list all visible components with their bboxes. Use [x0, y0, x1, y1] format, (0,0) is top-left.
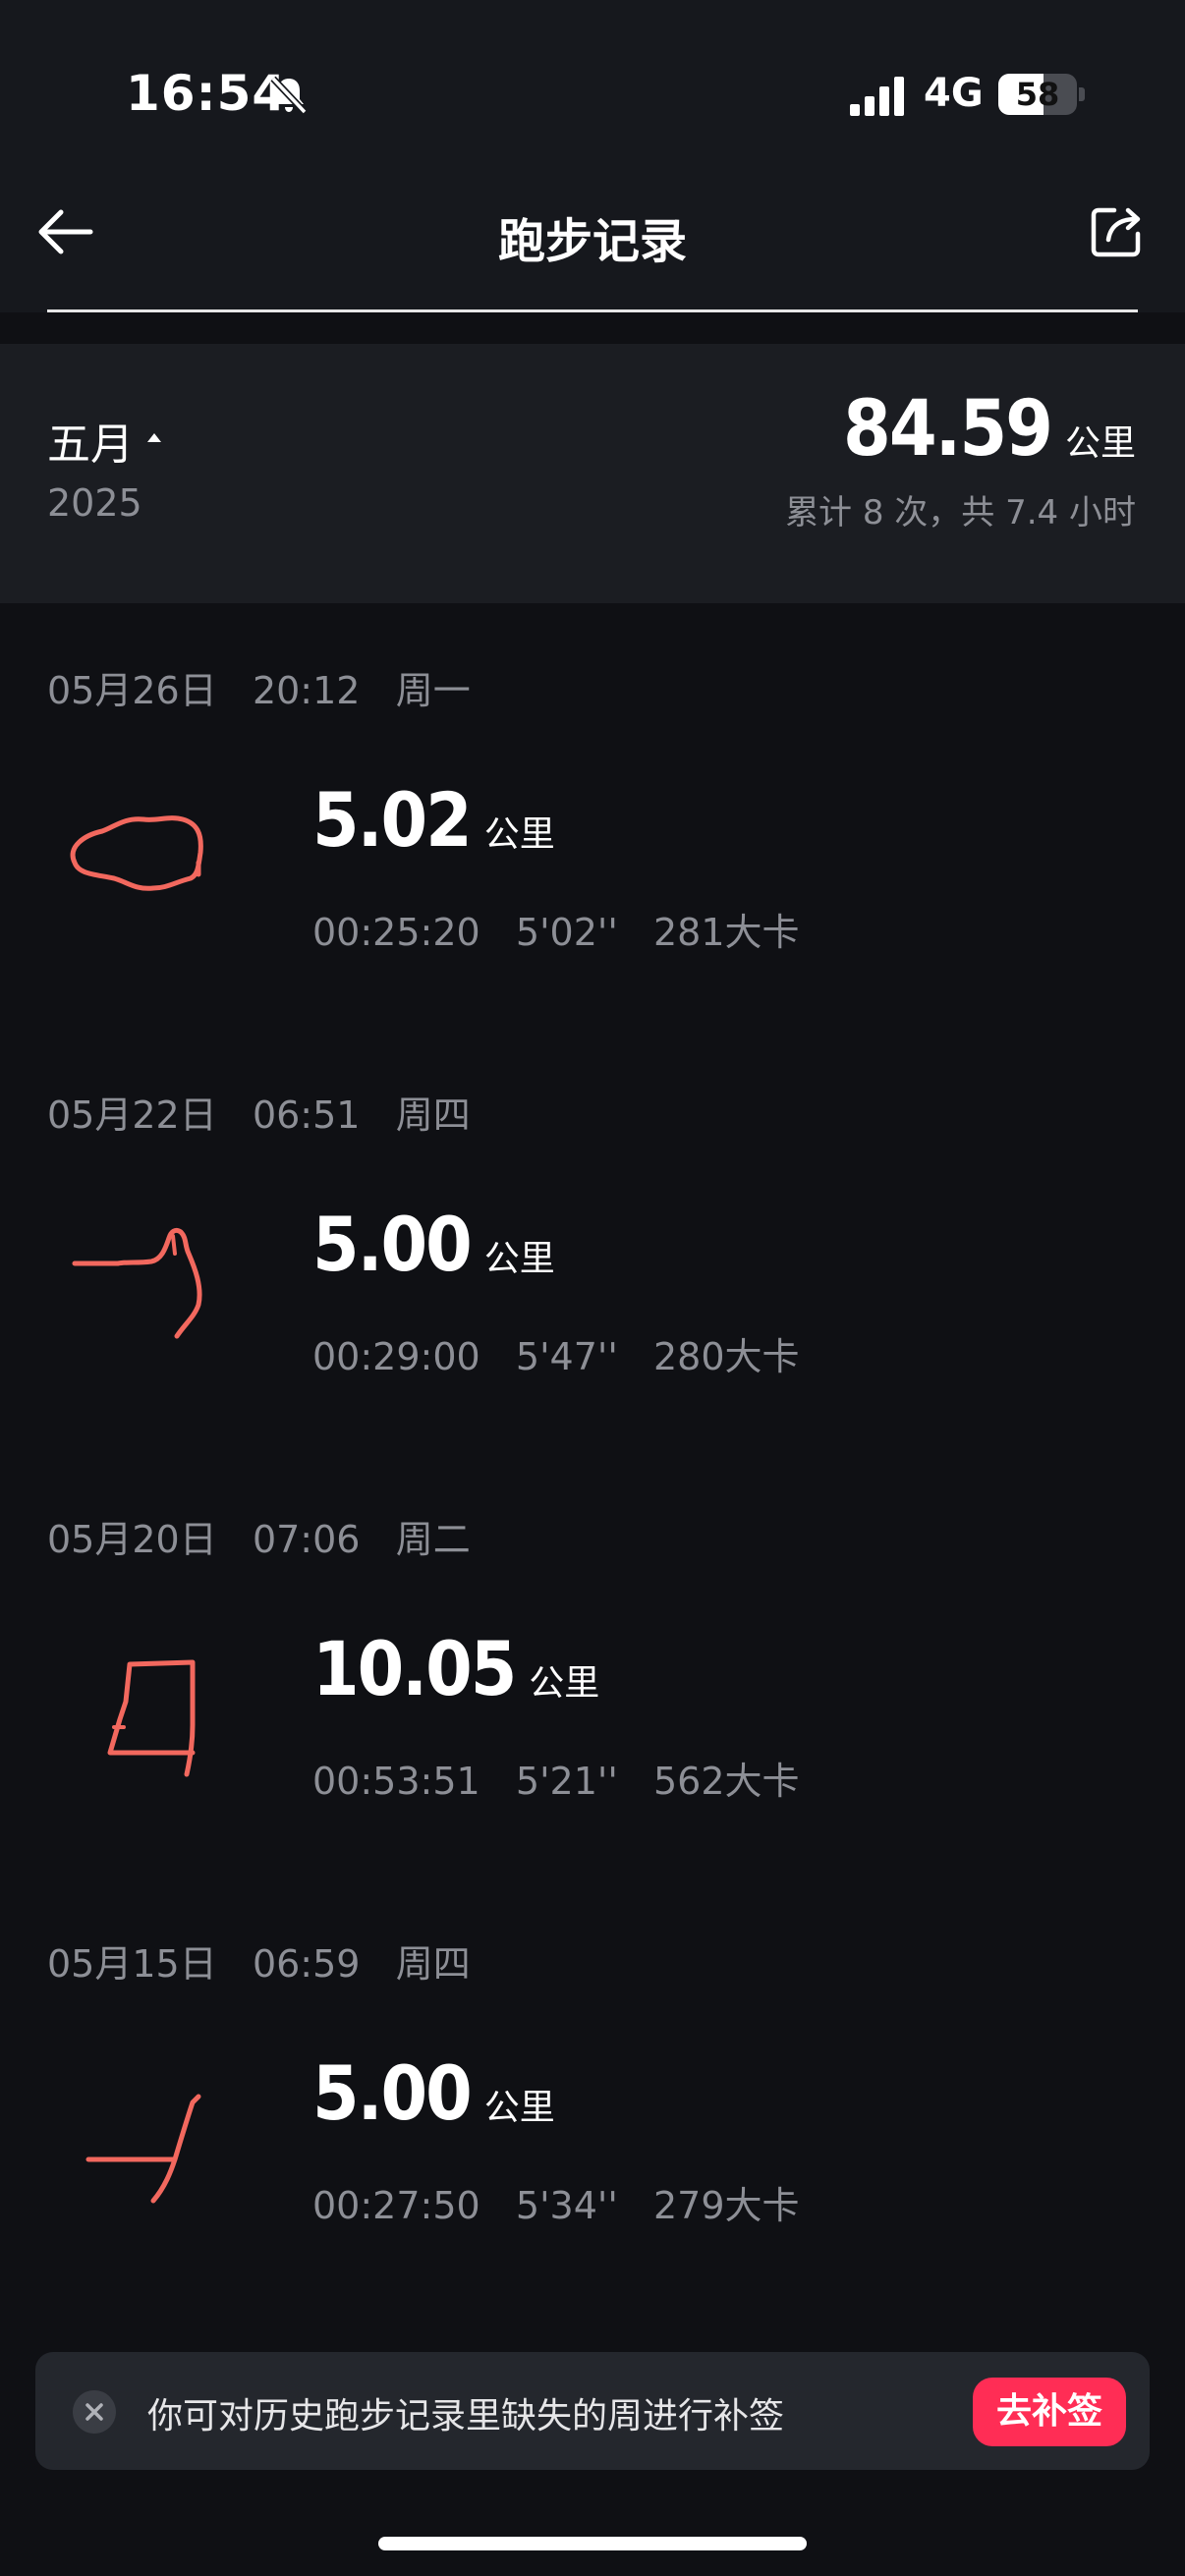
home-indicator[interactable]: [378, 2537, 807, 2550]
record-distance-unit: 公里: [483, 814, 555, 855]
record-stats: 00:29:00 5'47'' 280大卡: [312, 1335, 800, 1378]
month-label: 五月: [47, 420, 134, 470]
total-description: 累计 8 次，共 7.4 小时: [785, 493, 1136, 532]
battery-percent: 58: [1015, 76, 1060, 113]
header-divider: [47, 309, 1138, 312]
record-date: 05月22日 06:51 周四: [47, 1093, 471, 1137]
record-distance-unit: 公里: [483, 1239, 555, 1279]
record-distance-value: 5.02: [312, 776, 473, 864]
record-date: 05月20日 07:06 周二: [47, 1518, 471, 1561]
silent-bell-icon: [270, 76, 308, 115]
route-map-icon: [72, 1227, 202, 1339]
total-distance: 84.59 公里: [843, 385, 1136, 474]
record-distance-unit: 公里: [483, 2088, 555, 2128]
share-icon[interactable]: [1085, 200, 1148, 263]
record-date: 05月26日 20:12 周一: [47, 669, 471, 712]
status-time: 16:54: [126, 65, 288, 122]
running-records-screen: 16:54 4G 58 跑步记录 五月 2025 84.59 公里 累计 8 次…: [0, 0, 1185, 2576]
total-distance-unit: 公里: [1064, 423, 1136, 464]
record-distance-value: 5.00: [312, 2049, 473, 2137]
month-summary: 五月 2025 84.59 公里 累计 8 次，共 7.4 小时: [0, 344, 1185, 603]
run-record[interactable]: 05月15日 06:59 周四 5.00 公里 00:27:50 5'34'' …: [0, 1933, 1185, 2356]
makeup-checkin-banner: 你可对历史跑步记录里缺失的周进行补签 去补签: [35, 2352, 1150, 2470]
route-map-icon: [107, 1659, 196, 1777]
cellular-signal-icon: [850, 77, 904, 116]
route-map-icon: [70, 815, 203, 891]
record-distance: 5.00 公里: [312, 2049, 555, 2137]
record-stats: 00:53:51 5'21'' 562大卡: [312, 1760, 800, 1803]
route-map-icon: [85, 2094, 201, 2204]
record-distance: 5.02 公里: [312, 776, 555, 864]
nav-header: 跑步记录: [0, 167, 1185, 312]
makeup-checkin-button[interactable]: 去补签: [973, 2378, 1126, 2446]
page-title: 跑步记录: [497, 214, 687, 269]
run-record[interactable]: 05月26日 20:12 周一 5.02 公里 00:25:20 5'02'' …: [0, 660, 1185, 1083]
record-distance-unit: 公里: [529, 1663, 600, 1704]
caret-up-icon: [147, 432, 161, 442]
total-distance-value: 84.59: [843, 385, 1053, 474]
year-label: 2025: [47, 481, 142, 525]
close-icon[interactable]: [73, 2390, 116, 2434]
record-distance: 5.00 公里: [312, 1201, 555, 1288]
record-distance: 10.05 公里: [312, 1625, 599, 1712]
battery-nub: [1079, 87, 1085, 101]
battery-icon: 58: [998, 74, 1077, 115]
record-stats: 00:27:50 5'34'' 279大卡: [312, 2184, 800, 2227]
record-date: 05月15日 06:59 周四: [47, 1942, 471, 1986]
month-selector[interactable]: 五月: [47, 409, 161, 472]
network-type: 4G: [924, 71, 984, 116]
run-record[interactable]: 05月22日 06:51 周四 5.00 公里 00:29:00 5'47'' …: [0, 1085, 1185, 1507]
banner-message: 你可对历史跑步记录里缺失的周进行补签: [147, 2396, 785, 2436]
status-bar: 16:54 4G 58: [0, 0, 1185, 167]
record-distance-value: 10.05: [312, 1625, 517, 1712]
record-distance-value: 5.00: [312, 1201, 473, 1288]
record-stats: 00:25:20 5'02'' 281大卡: [312, 911, 800, 954]
run-record[interactable]: 05月20日 07:06 周二 10.05 公里 00:53:51 5'21''…: [0, 1509, 1185, 1932]
